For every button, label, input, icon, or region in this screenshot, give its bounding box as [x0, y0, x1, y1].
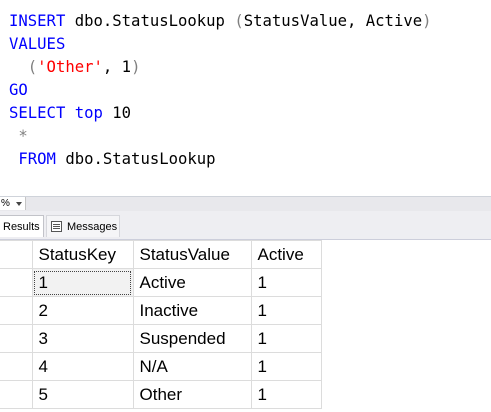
cell-active[interactable]: 1 — [250, 380, 322, 409]
code-line-select: SELECT top 10 — [9, 102, 131, 125]
table-name: dbo.StatusLookup — [65, 12, 235, 30]
row-header[interactable] — [0, 352, 33, 381]
select-star: * — [18, 127, 28, 145]
cell-statusvalue[interactable]: Suspended — [132, 324, 252, 353]
from-table-name: dbo.StatusLookup — [55, 150, 216, 168]
sql-editor[interactable]: INSERT dbo.StatusLookup (StatusValue, Ac… — [0, 0, 491, 196]
paren-open: ( — [27, 58, 38, 76]
cell-statusvalue[interactable]: Other — [132, 380, 252, 409]
row-header[interactable] — [0, 324, 33, 353]
cell-active[interactable]: 1 — [250, 352, 322, 381]
column-list: StatusValue, Active — [243, 12, 423, 30]
keyword-from: FROM — [18, 150, 56, 168]
keyword-select: SELECT — [9, 104, 66, 122]
paren-close: ) — [422, 12, 432, 30]
tab-results-label: Results — [3, 221, 40, 233]
table-row: 5 Other 1 — [0, 380, 322, 409]
code-line-from: FROM dbo.StatusLookup — [9, 148, 216, 171]
code-line-star: * — [9, 125, 28, 148]
messages-icon — [51, 221, 62, 232]
keyword-top: top — [65, 104, 103, 122]
results-grid-area: StatusKey StatusValue Active 1 Active 1 … — [0, 240, 491, 412]
cell-statusvalue[interactable]: Inactive — [132, 296, 252, 325]
paren-close: ) — [131, 58, 141, 76]
cell-statuskey[interactable]: 2 — [31, 296, 134, 325]
cell-statuskey[interactable]: 1 — [31, 268, 134, 297]
cell-statusvalue[interactable]: Active — [132, 268, 252, 297]
cell-statuskey[interactable]: 4 — [31, 352, 134, 381]
cell-statusvalue[interactable]: N/A — [132, 352, 252, 381]
value-literal: , 1 — [102, 58, 132, 76]
cell-active[interactable]: 1 — [250, 268, 322, 297]
grid-header-row: StatusKey StatusValue Active — [0, 240, 322, 269]
row-header[interactable] — [0, 268, 33, 297]
code-line-go: GO — [9, 79, 28, 102]
top-count: 10 — [102, 104, 132, 122]
cell-active[interactable]: 1 — [250, 324, 322, 353]
cell-statuskey[interactable]: 5 — [31, 380, 134, 409]
cell-statuskey[interactable]: 3 — [31, 324, 134, 353]
table-row: 1 Active 1 — [0, 268, 322, 297]
table-row: 4 N/A 1 — [0, 352, 322, 381]
keyword-insert: INSERT — [9, 12, 66, 30]
zoom-strip: % — [0, 196, 491, 211]
table-row: 3 Suspended 1 — [0, 324, 322, 353]
column-header-statuskey[interactable]: StatusKey — [31, 240, 134, 269]
tab-messages[interactable]: Messages — [46, 215, 120, 237]
chevron-down-icon — [16, 202, 22, 206]
row-header[interactable] — [0, 296, 33, 325]
column-header-active[interactable]: Active — [250, 240, 322, 269]
zoom-dropdown[interactable]: % — [0, 197, 26, 210]
row-header[interactable] — [0, 380, 33, 409]
code-line-value-tuple: ('Other', 1) — [9, 56, 141, 79]
table-row: 2 Inactive 1 — [0, 296, 322, 325]
grid-corner[interactable] — [0, 240, 33, 269]
cell-active[interactable]: 1 — [250, 296, 322, 325]
string-literal: 'Other' — [37, 58, 103, 76]
paren-open: ( — [234, 12, 244, 30]
keyword-values: VALUES — [9, 35, 66, 53]
code-line-insert: INSERT dbo.StatusLookup (StatusValue, Ac… — [9, 10, 432, 33]
code-line-values: VALUES — [9, 33, 65, 56]
tab-messages-label: Messages — [67, 221, 118, 233]
results-grid: StatusKey StatusValue Active 1 Active 1 … — [0, 240, 322, 409]
tab-results[interactable]: Results — [0, 215, 44, 237]
results-tab-bar: Results Messages — [0, 211, 491, 240]
keyword-go: GO — [9, 81, 28, 99]
column-header-statusvalue[interactable]: StatusValue — [132, 240, 252, 269]
zoom-value: % — [1, 198, 10, 209]
